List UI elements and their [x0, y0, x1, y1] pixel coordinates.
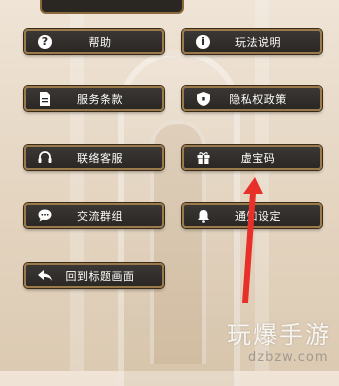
watermark-domain: dzbzw.com [248, 350, 329, 365]
watermark-site-name: 玩爆手游 [227, 321, 331, 349]
